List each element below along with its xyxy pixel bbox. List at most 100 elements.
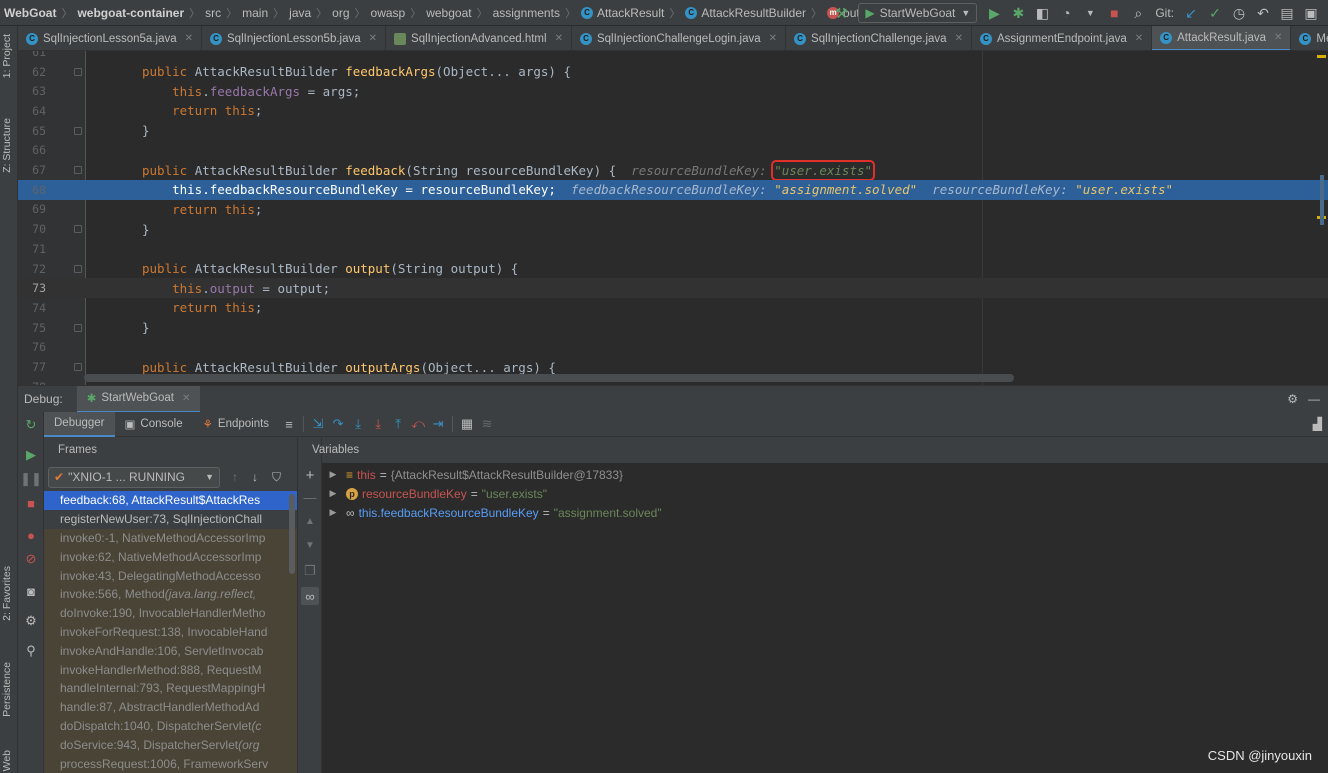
restore-layout-icon[interactable]: ▟ xyxy=(1313,417,1322,431)
evaluate-expression-icon[interactable]: ▦ xyxy=(457,414,477,434)
stack-frame[interactable]: doDispatch:1040, DispatcherServlet (c xyxy=(44,716,297,736)
expand-triangle-icon[interactable]: ▶ xyxy=(326,469,340,480)
code-line[interactable]: 64 return this; xyxy=(18,101,1328,121)
gear-icon[interactable]: ⚙ xyxy=(1287,392,1298,406)
stack-frame[interactable]: processRequest:1006, FrameworkServ xyxy=(44,754,297,773)
pin-icon[interactable]: ⚲ xyxy=(22,642,40,660)
editor-tab[interactable]: C SqlInjectionLesson5b.java ✕ xyxy=(202,26,387,50)
profile-icon[interactable]: ◔ xyxy=(1055,2,1077,24)
close-tab-icon[interactable]: ✕ xyxy=(955,33,963,44)
step-into-icon[interactable]: ⤓ xyxy=(348,414,368,434)
code-line[interactable]: 71 xyxy=(18,239,1328,259)
stack-frame[interactable]: doInvoke:190, InvocableHandlerMetho xyxy=(44,603,297,623)
breadcrumb-item[interactable]: main xyxy=(238,6,272,20)
stack-frame[interactable]: invokeForRequest:138, InvocableHand xyxy=(44,622,297,642)
stack-frame[interactable]: invokeHandlerMethod:888, RequestM xyxy=(44,660,297,679)
settings-icon[interactable]: ⚙ xyxy=(22,612,40,630)
editor-tab[interactable]: C AttackResult.java ✕ xyxy=(1152,26,1292,50)
editor-tab[interactable]: SqlInjectionAdvanced.html ✕ xyxy=(386,26,572,50)
stack-frame[interactable]: invoke0:-1, NativeMethodAccessorImp xyxy=(44,528,297,548)
breadcrumb-item[interactable]: C AttackResult xyxy=(577,6,668,20)
stack-frame[interactable]: invoke:566, Method (java.lang.reflect, xyxy=(44,584,297,604)
coverage-icon[interactable]: ◧ xyxy=(1031,2,1053,24)
code-line[interactable]: 67 public AttackResultBuilder feedback(St… xyxy=(18,159,1328,181)
editor-tab[interactable]: C AssignmentEndpoint.java ✕ xyxy=(972,26,1153,50)
more-run-chevron-icon[interactable]: ▼ xyxy=(1079,2,1101,24)
code-line[interactable]: 68 this.feedbackResourceBundleKey = reso… xyxy=(18,179,1328,200)
stack-frame[interactable]: invoke:62, NativeMethodAccessorImp xyxy=(44,547,297,567)
tab-console[interactable]: ▣ Console xyxy=(115,412,193,437)
variable-row[interactable]: ▶ ∞ this.feedbackResourceBundleKey = "assign… xyxy=(322,503,662,522)
new-watch-icon[interactable]: + xyxy=(301,466,319,484)
pause-icon[interactable]: ❚❚ xyxy=(20,470,42,488)
settings-folder-icon[interactable]: ▤ xyxy=(1276,2,1298,24)
warning-marker[interactable] xyxy=(1317,55,1326,58)
breadcrumb-item[interactable]: assignments xyxy=(489,6,564,20)
horizontal-scrollbar[interactable] xyxy=(84,374,1014,382)
git-commit-icon[interactable]: ✓ xyxy=(1204,2,1226,24)
close-tab-icon[interactable]: ✕ xyxy=(555,33,563,44)
search-icon[interactable]: ⌕ xyxy=(1127,2,1149,24)
close-icon[interactable]: ✕ xyxy=(182,393,190,404)
rerun-icon[interactable]: ↻ xyxy=(22,416,40,434)
stack-frame[interactable]: invoke:43, DelegatingMethodAccesso xyxy=(44,566,297,585)
code-line[interactable]: 76 xyxy=(18,338,1328,358)
stack-frame[interactable]: registerNewUser:73, SqlInjectionChall xyxy=(44,509,297,529)
close-tab-icon[interactable]: ✕ xyxy=(1274,32,1282,43)
git-update-icon[interactable]: ↙ xyxy=(1180,2,1202,24)
frame-up-icon[interactable]: ↑ xyxy=(232,470,238,484)
step-out-icon[interactable]: ⤒ xyxy=(388,414,408,434)
close-tab-icon[interactable]: ✕ xyxy=(769,33,777,44)
persistence-tool-label[interactable]: Persistence xyxy=(1,662,17,717)
mute-breakpoints-icon[interactable]: ⊘ xyxy=(22,550,40,568)
breadcrumb-item[interactable]: java xyxy=(285,6,315,20)
git-rollback-icon[interactable]: ↶ xyxy=(1252,2,1274,24)
editor-tab[interactable]: C SqlInjectionLesson5a.java ✕ xyxy=(18,26,203,50)
move-down-icon[interactable]: ▼ xyxy=(301,536,319,554)
web-tool-label[interactable]: Web xyxy=(1,750,17,771)
breadcrumb-item[interactable]: webgoat-container xyxy=(73,6,188,20)
stack-frame[interactable]: invokeAndHandle:106, ServletInvocab xyxy=(44,641,297,661)
hide-icon[interactable]: — xyxy=(1308,392,1320,406)
stop-icon[interactable]: ■ xyxy=(1103,2,1125,24)
tab-debugger[interactable]: Debugger xyxy=(44,411,115,437)
show-watches-icon[interactable]: ∞ xyxy=(301,587,319,605)
breadcrumb-item[interactable]: webgoat xyxy=(422,6,475,20)
structure-tool-label[interactable]: Z: Structure xyxy=(1,118,17,173)
stop-icon[interactable]: ■ xyxy=(22,494,40,512)
code-line[interactable]: 70} xyxy=(18,219,1328,239)
duplicate-icon[interactable]: ❐ xyxy=(301,562,319,580)
breadcrumb-item[interactable]: src xyxy=(201,6,225,20)
remove-watch-icon[interactable]: — xyxy=(301,488,319,506)
breadcrumb-item[interactable]: C AttackResultBuilder xyxy=(681,6,810,20)
filter-icon[interactable]: ⛉ xyxy=(272,470,281,485)
variable-row[interactable]: ▶ p resourceBundleKey = "user.exists" xyxy=(322,484,547,503)
run-to-cursor-icon[interactable]: ⇥ xyxy=(428,414,448,434)
code-line[interactable]: 65} xyxy=(18,121,1328,141)
debug-bug-icon[interactable]: ✱ xyxy=(1007,2,1029,24)
breadcrumb-item[interactable]: WebGoat xyxy=(0,6,60,20)
drop-frame-icon[interactable]: ⤺ xyxy=(408,414,428,434)
code-editor[interactable]: 6162public AttackResultBuilder feedbackA… xyxy=(18,51,1328,385)
frames-scrollbar[interactable] xyxy=(289,494,295,574)
variable-row[interactable]: ▶ ≡ this = {AttackResult$AttackResultBuilder… xyxy=(322,465,624,484)
project-tool-label[interactable]: 1: Project xyxy=(1,34,17,78)
layout-menu-icon[interactable]: ≡ xyxy=(279,414,299,434)
close-tab-icon[interactable]: ✕ xyxy=(1135,33,1143,44)
run-icon[interactable]: ▶ xyxy=(983,2,1005,24)
presentation-icon[interactable]: ▣ xyxy=(1300,2,1322,24)
close-tab-icon[interactable]: ✕ xyxy=(185,33,193,44)
favorites-tool-label[interactable]: 2: Favorites xyxy=(1,566,17,621)
breadcrumb-item[interactable]: org xyxy=(328,6,353,20)
code-line[interactable]: 63 this.feedbackArgs = args; xyxy=(18,81,1328,101)
debug-session-tab[interactable]: ✱ StartWebGoat ✕ xyxy=(76,385,201,413)
stack-frame[interactable]: handleInternal:793, RequestMappingH xyxy=(44,678,297,698)
tab-endpoints[interactable]: ⚘ Endpoints xyxy=(193,412,279,437)
frame-down-icon[interactable]: ↓ xyxy=(252,470,258,484)
build-hammer-icon[interactable]: ⚒ xyxy=(830,2,852,24)
editor-tab[interactable]: C SqlInjectionChallengeLogin.java ✕ xyxy=(572,26,787,50)
stack-frame[interactable]: feedback:68, AttackResult$AttackRes xyxy=(44,491,297,510)
code-line[interactable]: 66 xyxy=(18,141,1328,161)
code-line[interactable]: 62 public AttackResultBuilder feedbackArg… xyxy=(18,62,1328,82)
close-tab-icon[interactable]: ✕ xyxy=(369,33,377,44)
